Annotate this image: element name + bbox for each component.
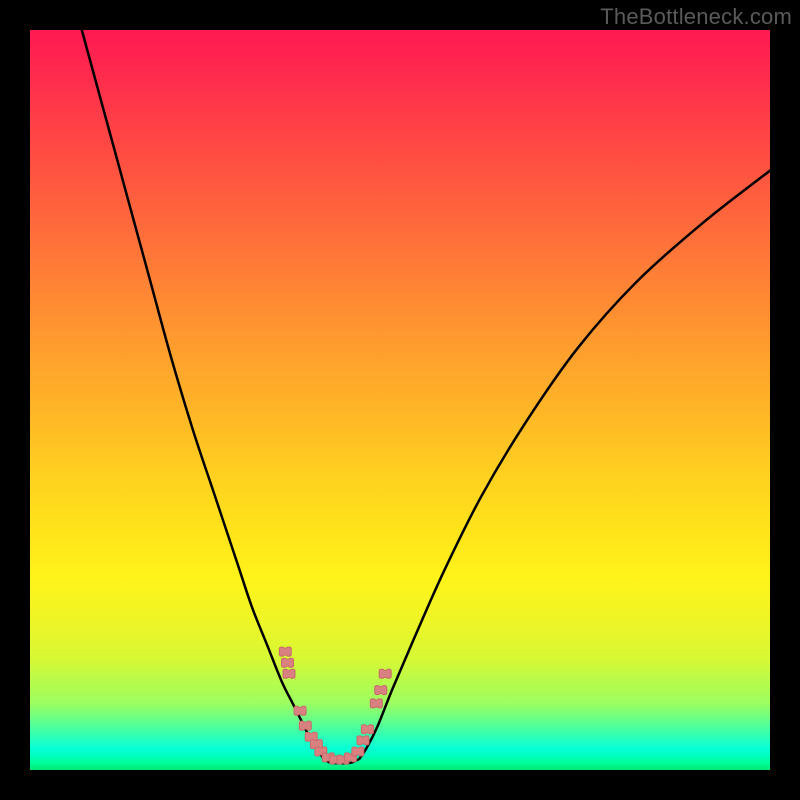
marker-group xyxy=(279,647,391,764)
curve-group xyxy=(82,30,770,763)
plot-area xyxy=(30,30,770,770)
chart-frame: TheBottleneck.com xyxy=(0,0,800,800)
watermark-text: TheBottleneck.com xyxy=(600,4,792,30)
chart-svg xyxy=(30,30,770,770)
curve-right-curve xyxy=(359,171,770,759)
